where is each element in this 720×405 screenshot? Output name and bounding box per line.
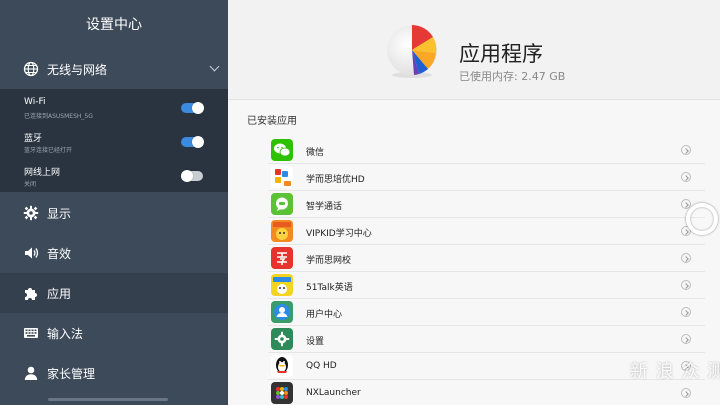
- toggle-knob: [192, 136, 204, 148]
- sidebar-title: 设置中心: [86, 17, 142, 33]
- xueersi-wangxiao-icon: [271, 247, 293, 269]
- wifi-toggle[interactable]: [181, 102, 204, 114]
- chevron-right-icon[interactable]: [681, 280, 691, 290]
- list-item[interactable]: 设置: [268, 326, 705, 353]
- pointer-cursor: [686, 203, 718, 235]
- sidebar-item-sound[interactable]: 音效: [0, 233, 228, 273]
- ethernet-title: 网线上网: [24, 168, 61, 178]
- settings-icon: [271, 328, 293, 350]
- globe-icon: [22, 60, 40, 78]
- list-item[interactable]: 51Talk英语: [268, 272, 705, 299]
- watermark: 新 浪 众 测: [630, 361, 720, 382]
- list-item[interactable]: 微信: [268, 137, 705, 164]
- app-name: 用户中心: [306, 310, 343, 320]
- sidebar-item-label: 输入法: [47, 326, 84, 341]
- list-item[interactable]: 学而思培优HD: [268, 164, 705, 191]
- chat-bubble-icon: [271, 193, 293, 215]
- keyboard-icon: [22, 324, 40, 342]
- sidebar: 设置中心 无线与网络 Wi-Fi 已连接到ASUSMESH_5G 蓝牙 蓝牙连接…: [0, 0, 228, 405]
- xueersi-peiyou-icon: [271, 166, 293, 188]
- wechat-icon: [271, 139, 293, 161]
- sidebar-item-label: 无线与网络: [47, 62, 108, 77]
- sidebar-item-label: 应用: [47, 286, 72, 301]
- chevron-down-icon: [209, 61, 220, 72]
- main-panel: 应用程序 已使用内存: 2.47 GB 已安装应用 微信 学而思培优HD 智学通…: [228, 0, 720, 405]
- app-name: 51Talk英语: [306, 283, 353, 293]
- section-label: 已安装应用: [247, 116, 297, 127]
- chevron-right-icon[interactable]: [681, 334, 691, 344]
- vipkid-icon: [271, 220, 293, 242]
- ethernet-row: 网线上网 关闭: [24, 165, 214, 195]
- scroll-indicator: [48, 398, 168, 401]
- bluetooth-row: 蓝牙 蓝牙连接已经打开: [24, 131, 214, 161]
- ethernet-toggle[interactable]: [181, 170, 203, 182]
- page-title: 应用程序: [459, 42, 543, 66]
- chevron-right-icon[interactable]: [681, 145, 691, 155]
- list-item[interactable]: 智学通话: [268, 191, 705, 218]
- app-name: VIPKID学习中心: [306, 229, 372, 239]
- network-submenu: Wi-Fi 已连接到ASUSMESH_5G 蓝牙 蓝牙连接已经打开 网线上网 关…: [0, 89, 228, 192]
- bluetooth-status: 蓝牙连接已经打开: [24, 147, 73, 154]
- list-item[interactable]: VIPKID学习中心: [268, 218, 705, 245]
- app-name: 微信: [306, 148, 325, 158]
- bluetooth-toggle[interactable]: [181, 136, 204, 148]
- user-center-icon: [271, 301, 293, 323]
- app-name: QQ HD: [306, 361, 337, 371]
- app-name: 学而思培优HD: [306, 175, 365, 185]
- app-header: 应用程序 已使用内存: 2.47 GB: [228, 0, 720, 100]
- sidebar-item-input-method[interactable]: 输入法: [0, 313, 228, 353]
- wifi-row: Wi-Fi 已连接到ASUSMESH_5G: [24, 97, 214, 127]
- app-name: 学而思网校: [306, 256, 352, 266]
- app-name: 设置: [306, 337, 325, 347]
- wifi-status: 已连接到ASUSMESH_5G: [24, 113, 93, 120]
- sidebar-item-label: 显示: [47, 206, 72, 221]
- qq-penguin-icon: [271, 355, 293, 377]
- toggle-knob: [181, 170, 193, 182]
- sidebar-item-network[interactable]: 无线与网络: [0, 49, 228, 89]
- bluetooth-title: 蓝牙: [24, 134, 43, 144]
- list-item[interactable]: 用户中心: [268, 299, 705, 326]
- sidebar-item-apps[interactable]: 应用: [0, 273, 228, 313]
- sidebar-item-parental-control[interactable]: 家长管理: [0, 353, 228, 393]
- puzzle-icon: [22, 284, 40, 302]
- gear-icon: [22, 204, 40, 222]
- speaker-icon: [22, 244, 40, 262]
- nxlauncher-icon: [271, 382, 293, 404]
- sidebar-item-label: 家长管理: [47, 366, 96, 381]
- chevron-right-icon[interactable]: [681, 253, 691, 263]
- chevron-right-icon[interactable]: [681, 307, 691, 317]
- storage-usage: 已使用内存: 2.47 GB: [459, 70, 566, 83]
- chevron-right-icon[interactable]: [681, 388, 691, 398]
- app-name: 智学通话: [306, 202, 343, 212]
- 51talk-icon: [271, 274, 293, 296]
- toggle-knob: [192, 102, 204, 114]
- sidebar-item-display[interactable]: 显示: [0, 193, 228, 233]
- chevron-right-icon[interactable]: [681, 172, 691, 182]
- wifi-title: Wi-Fi: [24, 97, 46, 107]
- app-name: NXLauncher: [306, 388, 361, 398]
- user-icon: [22, 364, 40, 382]
- ethernet-status: 关闭: [24, 181, 37, 188]
- storage-pie-icon: [381, 20, 443, 82]
- list-item[interactable]: 学而思网校: [268, 245, 705, 272]
- list-item[interactable]: NXLauncher: [268, 380, 705, 405]
- sidebar-item-label: 音效: [47, 246, 72, 261]
